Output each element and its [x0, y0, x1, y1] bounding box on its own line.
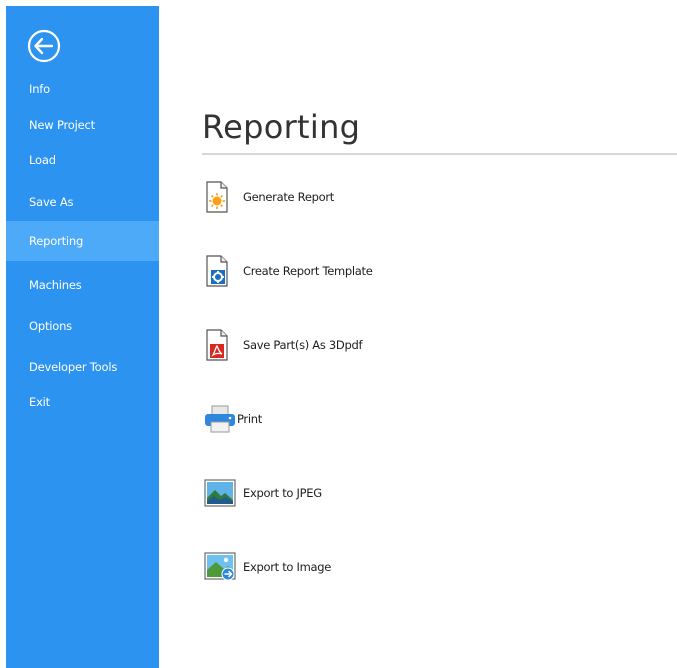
- sidebar-item-info[interactable]: Info: [6, 69, 159, 109]
- export-to-image-label: Export to Image: [243, 560, 332, 574]
- save-parts-as-3dpdf-label: Save Part(s) As 3Dpdf: [243, 338, 363, 352]
- sidebar-item-label: Save As: [29, 195, 74, 209]
- sidebar-item-label: Info: [29, 82, 50, 96]
- generate-report-button[interactable]: Generate Report: [204, 180, 334, 214]
- document-star-icon: [204, 180, 236, 214]
- sidebar-item-new-project[interactable]: New Project: [6, 105, 159, 145]
- sidebar-item-reporting[interactable]: Reporting: [6, 221, 159, 261]
- sidebar-item-machines[interactable]: Machines: [6, 265, 159, 305]
- title-divider: [202, 153, 677, 155]
- printer-icon: [204, 402, 236, 436]
- sidebar-item-label: New Project: [29, 118, 95, 132]
- page-title: Reporting: [202, 108, 361, 146]
- export-to-jpeg-label: Export to JPEG: [243, 486, 322, 500]
- sidebar: Info New Project Load Save As Reporting …: [6, 6, 159, 668]
- back-arrow-circle-icon: [27, 29, 61, 63]
- save-parts-as-3dpdf-button[interactable]: Save Part(s) As 3Dpdf: [204, 328, 363, 362]
- sidebar-item-developer-tools[interactable]: Developer Tools: [6, 347, 159, 387]
- generate-report-label: Generate Report: [243, 190, 334, 204]
- export-to-image-button[interactable]: Export to Image: [204, 550, 331, 584]
- sidebar-item-label: Machines: [29, 278, 82, 292]
- print-label: Print: [237, 412, 262, 426]
- sidebar-item-label: Exit: [29, 395, 50, 409]
- landscape-image-icon: [204, 476, 236, 510]
- sidebar-item-label: Load: [29, 153, 56, 167]
- create-report-template-label: Create Report Template: [243, 264, 373, 278]
- print-button[interactable]: Print: [204, 402, 262, 436]
- sidebar-item-label: Options: [29, 319, 72, 333]
- sidebar-item-label: Developer Tools: [29, 360, 118, 374]
- sidebar-item-exit[interactable]: Exit: [6, 382, 159, 422]
- back-button[interactable]: [25, 27, 63, 65]
- document-gear-icon: [204, 254, 236, 288]
- pdf-document-icon: [204, 328, 236, 362]
- create-report-template-button[interactable]: Create Report Template: [204, 254, 373, 288]
- export-to-jpeg-button[interactable]: Export to JPEG: [204, 476, 322, 510]
- sidebar-item-options[interactable]: Options: [6, 306, 159, 346]
- image-export-icon: [204, 550, 236, 584]
- sidebar-item-label: Reporting: [29, 234, 84, 248]
- sidebar-item-load[interactable]: Load: [6, 140, 159, 180]
- sidebar-item-save-as[interactable]: Save As: [6, 182, 159, 222]
